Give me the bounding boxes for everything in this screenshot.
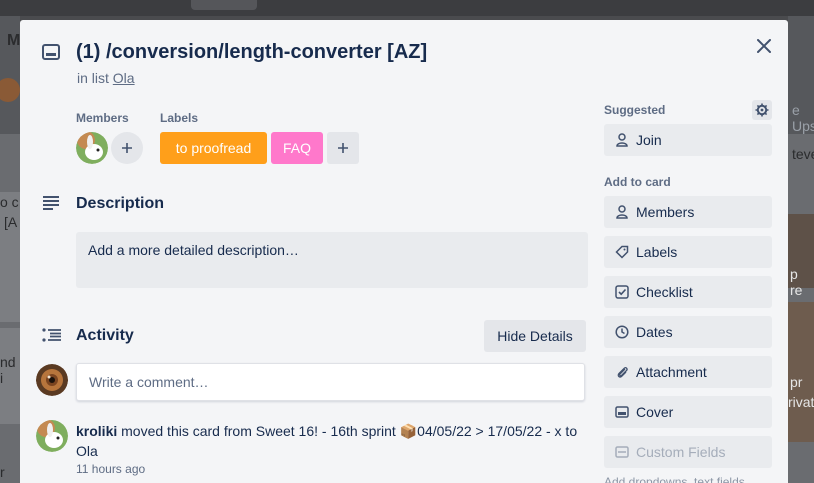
- board-header-pill: [191, 0, 257, 10]
- card-cover-icon: [614, 404, 630, 420]
- sidebar-button-label: Labels: [636, 244, 678, 260]
- clock-icon: [614, 324, 630, 340]
- member-avatar[interactable]: [76, 132, 108, 164]
- gear-icon: [755, 103, 769, 117]
- activity-entry: kroliki moved this card from Sweet 16! -…: [76, 421, 588, 461]
- board-header-strip: [0, 0, 814, 16]
- add-to-card-heading: Add to card: [604, 175, 671, 189]
- board-card-text: [A: [4, 214, 18, 230]
- sidebar-custom-fields-button[interactable]: Custom Fields: [604, 436, 772, 468]
- board-card-text: teve: [792, 146, 814, 162]
- person-icon: [614, 132, 630, 148]
- label-chip[interactable]: FAQ: [271, 132, 323, 164]
- custom-fields-icon: [614, 444, 630, 460]
- current-user-avatar-image: [36, 364, 68, 396]
- card-title[interactable]: (1) /conversion/length-converter [AZ]: [76, 41, 427, 64]
- sidebar-checklist-button[interactable]: Checklist: [604, 276, 772, 308]
- join-label: Join: [636, 132, 662, 148]
- board-card-text: nd i: [0, 354, 16, 386]
- board-card-image: [788, 302, 814, 442]
- suggested-settings-button[interactable]: [752, 100, 772, 120]
- card-icon: [42, 44, 60, 60]
- tag-icon: [614, 244, 630, 260]
- sidebar-labels-button[interactable]: Labels: [604, 236, 772, 268]
- labels-heading: Labels: [160, 111, 199, 125]
- sidebar-attachment-button[interactable]: Attachment: [604, 356, 772, 388]
- person-icon: [614, 204, 630, 220]
- board-avatar: [0, 78, 20, 102]
- activity-user-name[interactable]: kroliki: [76, 423, 117, 439]
- board-title-letter: M: [7, 32, 21, 49]
- sidebar-button-label: Attachment: [636, 364, 707, 380]
- plus-icon: [122, 143, 132, 153]
- board-card-text: rivat: [788, 394, 814, 410]
- close-icon: [757, 39, 771, 53]
- description-title: Description: [76, 195, 165, 212]
- board-card-text: pr: [790, 374, 803, 390]
- board-left-strip: M o c [A nd i r Ca: [0, 16, 20, 483]
- paperclip-icon: [614, 364, 630, 380]
- activity-title: Activity: [76, 327, 134, 344]
- activity-user-avatar-image: [36, 420, 68, 452]
- board-card-text: r Ca: [0, 464, 18, 483]
- board-card-text: e Ups: [792, 102, 814, 134]
- activity-timestamp[interactable]: 11 hours ago: [76, 462, 145, 476]
- sidebar-button-label: Checklist: [636, 284, 693, 300]
- join-button[interactable]: Join: [604, 124, 772, 156]
- card-list-info: in list Ola: [77, 70, 135, 86]
- member-avatar-image: [76, 132, 108, 164]
- description-icon: [43, 196, 59, 210]
- add-label-button[interactable]: [327, 132, 359, 164]
- card-detail-modal: (1) /conversion/length-converter [AZ] in…: [20, 20, 788, 483]
- label-chip[interactable]: to proofread: [160, 132, 267, 164]
- plus-icon: [338, 143, 348, 153]
- board-card-text: p re: [790, 266, 803, 298]
- activity-text: moved this card from Sweet 16! - 16th sp…: [117, 423, 400, 439]
- activity-icon: [42, 328, 61, 342]
- sidebar-cover-button[interactable]: Cover: [604, 396, 772, 428]
- board-card-left-1: [0, 192, 20, 322]
- sidebar-button-label: Cover: [636, 404, 674, 420]
- in-list-prefix: in list: [77, 70, 109, 86]
- comment-input[interactable]: Write a comment…: [76, 363, 585, 401]
- checkbox-icon: [614, 284, 630, 300]
- list-link[interactable]: Ola: [113, 70, 135, 86]
- suggested-heading: Suggested: [604, 103, 666, 117]
- sidebar-members-button[interactable]: Members: [604, 196, 772, 228]
- board-card-text: o c: [0, 194, 19, 210]
- sidebar-button-label: Custom Fields: [636, 444, 726, 460]
- sidebar-button-label: Dates: [636, 324, 673, 340]
- members-heading: Members: [76, 111, 129, 125]
- current-user-avatar: [36, 364, 68, 396]
- hide-details-button[interactable]: Hide Details: [484, 320, 586, 352]
- sidebar-dates-button[interactable]: Dates: [604, 316, 772, 348]
- sidebar-button-label: Members: [636, 204, 695, 220]
- description-editor[interactable]: Add a more detailed description…: [76, 232, 588, 288]
- custom-fields-note: Add dropdowns, text fields,: [604, 475, 749, 483]
- activity-user-avatar[interactable]: [36, 420, 68, 452]
- add-member-button[interactable]: [111, 132, 143, 164]
- board-right-strip: e Ups teve p re pr rivat: [788, 16, 814, 483]
- package-emoji: 📦: [399, 423, 418, 439]
- close-button[interactable]: [752, 34, 776, 58]
